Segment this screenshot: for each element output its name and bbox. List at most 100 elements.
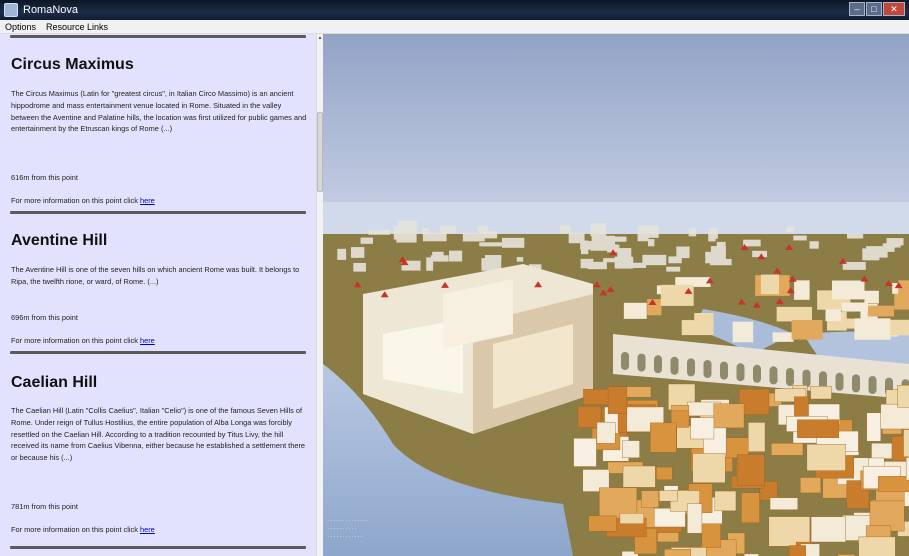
more-info-link[interactable]: here bbox=[140, 336, 155, 345]
city-3d-viewport[interactable]: ·············· ·········· ············ bbox=[323, 34, 909, 556]
distant-building bbox=[793, 235, 807, 241]
city-building bbox=[659, 490, 678, 502]
city-building bbox=[831, 280, 865, 300]
aqueduct-arch bbox=[703, 360, 712, 378]
distant-building bbox=[484, 255, 502, 261]
aqueduct-arch bbox=[621, 352, 629, 370]
city-building bbox=[656, 466, 673, 481]
city-building bbox=[794, 280, 810, 300]
distant-building bbox=[846, 233, 864, 239]
distant-building bbox=[421, 228, 429, 233]
distant-building bbox=[368, 229, 391, 235]
poi-title: Aventine Hill bbox=[11, 232, 108, 249]
distant-building bbox=[786, 226, 795, 233]
poi-description: The Circus Maximus (Latin for "greatest … bbox=[11, 89, 307, 134]
distant-building bbox=[337, 248, 347, 260]
distant-building bbox=[360, 237, 373, 244]
city-building bbox=[890, 319, 909, 336]
city-building bbox=[880, 403, 909, 430]
distant-building bbox=[484, 231, 498, 239]
more-info-text: For more information on this point click bbox=[11, 525, 138, 534]
menu-bar: Options Resource Links bbox=[0, 20, 909, 34]
distant-building bbox=[580, 258, 594, 269]
distant-building bbox=[430, 255, 449, 262]
distant-building bbox=[886, 238, 904, 246]
city-building bbox=[867, 305, 895, 317]
poi-distance: 616m from this point bbox=[11, 173, 78, 182]
city-building bbox=[732, 321, 754, 343]
distant-building bbox=[647, 239, 655, 247]
aqueduct-arch bbox=[670, 356, 679, 375]
distant-building bbox=[449, 250, 463, 262]
city-building bbox=[650, 422, 677, 453]
distant-building bbox=[516, 257, 524, 262]
panel-scrollbar[interactable]: ▲ bbox=[316, 34, 323, 556]
city-building bbox=[664, 549, 691, 556]
aqueduct-arch bbox=[786, 368, 794, 386]
close-button[interactable]: ✕ bbox=[883, 2, 905, 16]
poi-more-info: For more information on this point click… bbox=[11, 196, 155, 205]
aqueduct-arch bbox=[852, 374, 860, 393]
minimize-button[interactable]: – bbox=[849, 2, 865, 16]
distant-building bbox=[743, 239, 761, 247]
city-building bbox=[894, 293, 909, 310]
hud-text: ············ bbox=[327, 534, 364, 540]
menu-resource-links[interactable]: Resource Links bbox=[41, 22, 113, 32]
city-building bbox=[771, 443, 804, 456]
city-building bbox=[588, 515, 617, 532]
city-building bbox=[768, 516, 811, 547]
city-building bbox=[806, 444, 846, 471]
aqueduct-arch bbox=[868, 376, 877, 394]
hud-text: ·············· bbox=[327, 518, 370, 524]
city-building bbox=[607, 386, 628, 414]
more-info-link[interactable]: here bbox=[140, 196, 155, 205]
distant-building bbox=[350, 247, 365, 258]
aqueduct-arch bbox=[687, 358, 695, 377]
poi-description: The Caelian Hill (Latin "Collis Caelius"… bbox=[11, 406, 306, 463]
city-building bbox=[903, 429, 909, 458]
more-info-link[interactable]: here bbox=[140, 525, 155, 534]
poi-distance: 696m from this point bbox=[11, 313, 78, 322]
distant-building bbox=[501, 237, 525, 248]
window-controls: – □ ✕ bbox=[849, 2, 905, 16]
city-building bbox=[788, 545, 806, 556]
city-building bbox=[714, 490, 737, 512]
city-building bbox=[622, 440, 640, 459]
city-building bbox=[897, 385, 909, 408]
city-building bbox=[760, 274, 779, 295]
distant-building bbox=[422, 232, 447, 242]
city-building bbox=[681, 320, 712, 336]
aqueduct-arch bbox=[835, 372, 844, 391]
city-building bbox=[800, 477, 822, 494]
city-building bbox=[701, 519, 721, 548]
city-building bbox=[573, 438, 597, 467]
city-building bbox=[623, 302, 647, 319]
city-building bbox=[687, 503, 703, 534]
distant-building bbox=[809, 241, 819, 249]
distant-building bbox=[688, 228, 697, 237]
city-building bbox=[748, 422, 766, 452]
distant-building bbox=[353, 262, 366, 272]
distant-building bbox=[642, 254, 667, 266]
distant-building bbox=[580, 240, 589, 255]
divider bbox=[10, 211, 306, 214]
city-building bbox=[797, 419, 839, 439]
city-building bbox=[660, 284, 694, 306]
city-building bbox=[647, 299, 662, 316]
divider bbox=[10, 546, 306, 549]
city-building bbox=[866, 412, 882, 442]
city-building bbox=[772, 332, 794, 342]
info-panel: Circus Maximus The Circus Maximus (Latin… bbox=[0, 34, 316, 556]
hud-text: ·········· bbox=[327, 526, 358, 532]
distant-building bbox=[440, 225, 456, 233]
aqueduct-arch bbox=[637, 353, 646, 372]
distant-building bbox=[397, 220, 417, 234]
menu-options[interactable]: Options bbox=[0, 22, 41, 32]
distant-building bbox=[637, 233, 649, 242]
distant-building bbox=[603, 258, 617, 263]
city-building bbox=[769, 497, 799, 510]
city-building bbox=[864, 290, 879, 304]
aqueduct-arch bbox=[753, 364, 761, 383]
maximize-button[interactable]: □ bbox=[866, 2, 882, 16]
more-info-text: For more information on this point click bbox=[11, 336, 138, 345]
